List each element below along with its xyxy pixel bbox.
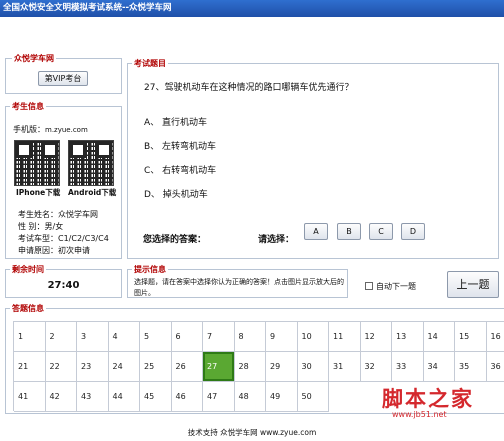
answer-cell[interactable]: 44 <box>108 382 140 412</box>
answer-cell[interactable]: 25 <box>140 352 172 382</box>
answer-cell[interactable]: 43 <box>77 382 109 412</box>
answer-cell[interactable]: 26 <box>171 352 203 382</box>
window-title: 全国众悦安全文明模拟考试系统--众悦学车网 <box>3 3 172 13</box>
phone-line: 手机版：m.zyue.com <box>13 124 88 135</box>
your-answer-label: 您选择的答案： <box>143 235 207 245</box>
hint-text: 选择题，请在答案中选择你认为正确的答案！点击图片显示放大后的图片。 <box>134 278 344 297</box>
answer-cell[interactable]: 7 <box>203 322 235 352</box>
answer-cell[interactable]: 5 <box>140 322 172 352</box>
answer-cell[interactable]: 2 <box>45 322 77 352</box>
iphone-download-label[interactable]: IPhone下载 <box>16 187 60 198</box>
answer-cell[interactable]: 42 <box>45 382 77 412</box>
answer-cell[interactable]: 4 <box>108 322 140 352</box>
hint-legend: 提示信息 <box>132 265 168 275</box>
option-a: A、 直行机动车 <box>144 118 208 128</box>
school-panel: 众悦学车网 第VIP考台 <box>5 54 122 94</box>
previous-question-button[interactable]: 上一题 <box>447 271 499 298</box>
answer-cell[interactable]: 50 <box>297 382 329 412</box>
info-vehicle-type: 考试车型：C1/C2/C3/C4 <box>18 234 109 243</box>
answer-sheet-legend: 答题信息 <box>10 304 46 314</box>
answer-cell[interactable]: 13 <box>392 322 424 352</box>
timer-panel: 剩余时间 27:40 <box>5 265 122 298</box>
footer-text: 技术支持 众悦学车网 www.zyue.com <box>187 428 317 437</box>
auto-next-checkbox[interactable] <box>365 282 373 290</box>
answer-cell[interactable]: 41 <box>14 382 46 412</box>
school-legend: 众悦学车网 <box>12 54 56 64</box>
hint-panel: 提示信息 选择题，请在答案中选择你认为正确的答案！点击图片显示放大后的图片。 <box>127 265 348 298</box>
question-text: 27、驾驶机动车在这种情况的路口哪辆车优先通行？ <box>144 83 354 93</box>
choose-label: 请选择： <box>258 235 295 245</box>
answer-cell[interactable]: 30 <box>297 352 329 382</box>
timer-legend: 剩余时间 <box>10 265 46 275</box>
answer-d-button[interactable]: D <box>401 223 425 240</box>
info-name: 考生姓名：众悦学车网 <box>18 210 98 219</box>
seat-label: 第VIP考台 <box>38 71 88 86</box>
option-d: D、 掉头机动车 <box>144 190 208 200</box>
option-c: C、 右转弯机动车 <box>144 166 217 176</box>
info-reason: 申请原因：初次申请 <box>18 246 90 255</box>
answer-cell[interactable]: 24 <box>108 352 140 382</box>
watermark-url: www.jb51.net <box>392 410 447 419</box>
answer-cell[interactable]: 31 <box>329 352 361 382</box>
android-download-label[interactable]: Android下载 <box>68 187 116 198</box>
info-gender: 性 别：男/女 <box>18 222 64 231</box>
answer-cell[interactable]: 48 <box>234 382 266 412</box>
answer-cell[interactable]: 3 <box>77 322 109 352</box>
answer-cell[interactable]: 15 <box>455 322 487 352</box>
answer-cell[interactable]: 28 <box>234 352 266 382</box>
answer-cell[interactable]: 16 <box>486 322 504 352</box>
answer-c-button[interactable]: C <box>369 223 393 240</box>
answer-cell[interactable]: 8 <box>234 322 266 352</box>
auto-next-label[interactable]: 自动下一题 <box>376 281 416 292</box>
examinee-legend: 考生信息 <box>10 102 46 112</box>
answer-b-button[interactable]: B <box>337 223 361 240</box>
answer-cell[interactable]: 14 <box>423 322 455 352</box>
answer-cell[interactable]: 11 <box>329 322 361 352</box>
answer-cell[interactable]: 1 <box>14 322 46 352</box>
question-legend: 考试题目 <box>132 59 168 69</box>
answer-cell[interactable]: 46 <box>171 382 203 412</box>
answer-cell[interactable]: 12 <box>360 322 392 352</box>
android-qr-code[interactable] <box>68 140 114 186</box>
timer-value: 27:40 <box>47 280 80 291</box>
answer-cell[interactable]: 32 <box>360 352 392 382</box>
answer-cell[interactable]: 33 <box>392 352 424 382</box>
answer-cell[interactable]: 29 <box>266 352 298 382</box>
phone-url: m.zyue.com <box>45 126 88 134</box>
answer-cell[interactable]: 45 <box>140 382 172 412</box>
watermark-logo: 脚本之家 <box>382 387 474 411</box>
answer-cell[interactable]: 34 <box>423 352 455 382</box>
answer-a-button[interactable]: A <box>304 223 328 240</box>
answer-cell[interactable]: 22 <box>45 352 77 382</box>
answer-cell[interactable]: 6 <box>171 322 203 352</box>
answer-cell[interactable]: 10 <box>297 322 329 352</box>
answer-cell[interactable]: 36 <box>486 352 504 382</box>
window-title-bar: 全国众悦安全文明模拟考试系统--众悦学车网 <box>0 0 504 17</box>
answer-cell[interactable]: 27 <box>203 352 235 382</box>
answer-cell[interactable]: 21 <box>14 352 46 382</box>
option-b: B、 左转弯机动车 <box>144 142 217 152</box>
answer-cell[interactable]: 35 <box>455 352 487 382</box>
iphone-qr-code[interactable] <box>14 140 60 186</box>
phone-label: 手机版： <box>13 125 45 134</box>
answer-cell[interactable]: 9 <box>266 322 298 352</box>
answer-cell[interactable]: 47 <box>203 382 235 412</box>
answer-cell[interactable]: 23 <box>77 352 109 382</box>
answer-cell[interactable]: 49 <box>266 382 298 412</box>
